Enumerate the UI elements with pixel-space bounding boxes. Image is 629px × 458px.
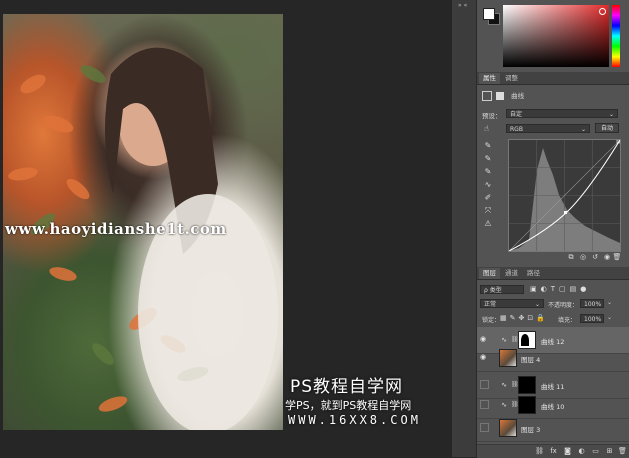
blend-mode-value: 正常 [484, 301, 497, 308]
mask-thumb-icon [496, 92, 505, 100]
hue-slider[interactable] [612, 5, 620, 67]
lock-label: 锁定： [482, 317, 501, 324]
eye-hidden-icon[interactable] [480, 400, 489, 409]
pixel-filter-icon[interactable]: ▣ [530, 285, 541, 293]
chevron-down-icon: ⌄ [534, 301, 540, 308]
layer-row[interactable]: 图层 3 [477, 415, 629, 442]
target-adjust-icon[interactable]: ☝ [484, 124, 489, 133]
eye-icon[interactable]: ◉ [480, 353, 488, 361]
layer-thumbnail[interactable] [499, 419, 517, 437]
tab-layers[interactable]: 图层 [479, 268, 500, 279]
preset-select[interactable]: 自定 ⌄ [506, 109, 618, 118]
curves-graph-svg [508, 139, 621, 252]
panel-collapse-icon[interactable]: » « [458, 3, 470, 9]
fill-input[interactable]: 100% [580, 314, 604, 323]
chevron-down-icon: ⌄ [608, 111, 614, 118]
channel-value: RGB [510, 126, 523, 133]
collapsed-panel-strip: » « [452, 0, 477, 457]
curves-graph[interactable] [508, 139, 621, 252]
filter-icons: ▣◐T▢▤● [530, 285, 590, 293]
opacity-chevron-icon[interactable]: ⌄ [607, 299, 612, 306]
fx-icon[interactable]: fx [549, 447, 558, 456]
eye-icon[interactable]: ◉ [480, 335, 488, 343]
opacity-value: 100% [584, 301, 602, 308]
color-picker-cursor [599, 8, 606, 15]
curves-layer-icon: ∿ [501, 381, 507, 389]
eyedropper-gray-icon[interactable]: ✎ [483, 154, 493, 164]
view-previous-icon[interactable]: ◎ [578, 252, 588, 262]
watermark-title: PS教程自学网 [290, 377, 404, 397]
lock-all-icon[interactable]: 🔒 [536, 314, 548, 322]
fill-value: 100% [584, 316, 602, 323]
blend-mode-select[interactable]: 正常 ⌄ [480, 299, 544, 308]
smart-filter-icon[interactable]: ▤ [570, 285, 581, 293]
watermark-subtitle: 学PS，就到PS教程自学网 [285, 399, 412, 412]
visibility-icon[interactable]: ◉ [602, 252, 612, 262]
curves-layer-icon: ∿ [501, 401, 507, 409]
mask-icon[interactable]: ◙ [563, 447, 572, 456]
curves-layer-icon: ∿ [501, 336, 507, 344]
properties-header: 曲线 [482, 90, 524, 101]
lock-pixels-icon[interactable]: ✎ [510, 314, 519, 322]
filter-toggle-icon[interactable]: ● [580, 285, 590, 293]
warning-icon[interactable]: ⚠ [483, 219, 493, 229]
layer-name: 曲线 11 [541, 383, 565, 391]
curves-adjust-icon [482, 91, 492, 101]
auto-button[interactable]: 自动 [595, 123, 619, 133]
right-panel: » « 属性 调整 曲线 预设： 自定 ⌄ ☝ RGB ⌄ 自动 ✎ ✎ ✎ ∿… [452, 0, 629, 458]
layers-tabbar: 图层 通道 路径 [477, 267, 629, 280]
preset-label: 预设： [482, 112, 502, 120]
color-picker-field[interactable] [503, 5, 609, 67]
preset-value: 自定 [510, 111, 523, 118]
layer-name: 曲线 10 [541, 403, 565, 411]
opacity-input[interactable]: 100% [580, 299, 604, 308]
pencil-icon[interactable]: ✐ [483, 193, 493, 203]
fill-chevron-icon[interactable]: ⌄ [607, 314, 612, 321]
tab-channels[interactable]: 通道 [501, 268, 522, 279]
layers-footer: ⛓ fx ◙ ◐ ▭ ⊞ 🗑 [477, 444, 629, 458]
trash-icon[interactable]: 🗑 [618, 447, 627, 456]
eyedropper-white-icon[interactable]: ✎ [483, 167, 493, 177]
layer-mask-thumbnail[interactable] [518, 396, 536, 414]
watermark-site: WWW.16XX8.COM [288, 413, 421, 427]
properties-footer: ⧉ ◎ ↺ ◉ 🗑 [508, 252, 622, 262]
eyedropper-black-icon[interactable]: ✎ [483, 141, 493, 151]
opacity-label: 不透明度： [548, 302, 579, 309]
layer-thumbnail[interactable] [499, 349, 517, 367]
link-icon[interactable]: ⛓ [535, 447, 544, 456]
curve-point-icon[interactable]: ∿ [483, 180, 493, 190]
properties-title: 曲线 [511, 92, 525, 100]
tab-properties[interactable]: 属性 [479, 73, 500, 84]
tab-paths[interactable]: 路径 [523, 268, 544, 279]
group-icon[interactable]: ▭ [591, 447, 600, 456]
properties-tabbar: 属性 调整 [477, 72, 629, 85]
clip-icon[interactable]: ⧉ [566, 252, 576, 262]
adjustment-icon[interactable]: ◐ [577, 447, 586, 456]
layer-name: 图层 4 [521, 356, 541, 364]
delete-icon[interactable]: 🗑 [612, 252, 622, 262]
foreground-color-swatch[interactable] [483, 8, 495, 20]
new-layer-icon[interactable]: ⊞ [605, 447, 614, 456]
fill-label: 填充： [558, 317, 577, 324]
reset-icon[interactable]: ↺ [590, 252, 600, 262]
chevron-down-icon: ⌄ [580, 126, 586, 133]
layer-filter-select[interactable]: ρ 类型 [480, 285, 524, 294]
layer-name: 图层 3 [521, 426, 541, 434]
layer-row[interactable]: ◉ 图层 4 [477, 345, 629, 372]
layer-filter-value: ρ 类型 [484, 287, 502, 294]
channel-select[interactable]: RGB ⌄ [506, 124, 590, 133]
curve-tools: ✎ ✎ ✎ ∿ ✐ ⤧ ⚠ [483, 141, 497, 232]
smooth-icon[interactable]: ⤧ [483, 206, 493, 216]
lock-transparent-icon[interactable]: ▦ [500, 314, 510, 322]
eye-hidden-icon[interactable] [480, 423, 489, 432]
shape-filter-icon[interactable]: ▢ [559, 285, 570, 293]
eye-hidden-icon[interactable] [480, 380, 489, 389]
type-filter-icon[interactable]: T [551, 285, 559, 293]
lock-artboard-icon[interactable]: ⊡ [527, 314, 536, 322]
lock-icons: ▦✎✥⊡🔒 [500, 314, 548, 322]
tab-adjustments[interactable]: 调整 [501, 73, 522, 84]
document-canvas[interactable]: www.haoyidianshe1t.com PS教程自学网 学PS，就到PS教… [0, 0, 452, 457]
adjust-filter-icon[interactable]: ◐ [541, 285, 551, 293]
watermark-url: www.haoyidianshe1t.com [5, 220, 227, 238]
